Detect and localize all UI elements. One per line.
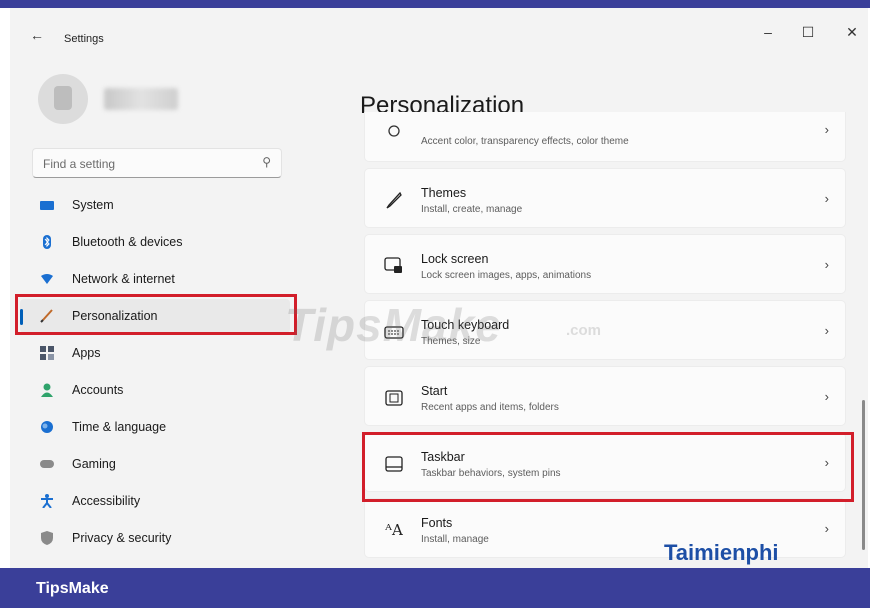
card-title: Start (421, 384, 448, 398)
chevron-right-icon: › (824, 191, 829, 206)
chevron-right-icon: › (824, 389, 829, 404)
search-icon[interactable]: ⚲ (262, 155, 271, 169)
title-bar: ← Settings – ☐ ✕ (10, 8, 868, 54)
sidebar-item-accounts[interactable]: Accounts (20, 373, 290, 407)
top-frame-bar (0, 0, 870, 8)
maximize-button[interactable]: ☐ (798, 24, 818, 41)
sidebar-item-bluetooth[interactable]: Bluetooth & devices (20, 225, 290, 259)
sidebar-item-personalization[interactable]: Personalization (20, 299, 290, 333)
user-avatar[interactable] (38, 74, 88, 124)
accounts-icon (40, 383, 54, 397)
settings-window: ← Settings – ☐ ✕ ⚲ System Bluetooth & de… (10, 8, 868, 568)
back-arrow-icon[interactable]: ← (30, 28, 44, 42)
chevron-right-icon: › (824, 257, 829, 272)
sidebar-item-label: Privacy & security (72, 531, 172, 545)
card-description: Taskbar behaviors, system pins (421, 468, 561, 479)
lock-screen-icon (383, 255, 405, 277)
sidebar-item-label: Accounts (72, 383, 124, 397)
card-description: Install, manage (421, 534, 489, 545)
card-lock-screen[interactable]: Lock screen Lock screen images, apps, an… (364, 234, 846, 294)
sidebar-item-network[interactable]: Network & internet (20, 262, 290, 296)
card-title: Lock screen (421, 252, 489, 266)
card-colors[interactable]: Accent color, transparency effects, colo… (364, 112, 846, 162)
keyboard-icon (383, 321, 405, 343)
card-title: Taskbar (421, 450, 465, 464)
card-title: Touch keyboard (421, 318, 510, 332)
bluetooth-icon (40, 235, 54, 249)
gamepad-icon (40, 457, 54, 471)
chevron-right-icon: › (824, 323, 829, 338)
sidebar-item-time-language[interactable]: Time & language (20, 410, 290, 444)
colors-icon (383, 120, 405, 142)
sidebar-item-accessibility[interactable]: Accessibility (20, 484, 290, 518)
sidebar-item-label: System (72, 198, 114, 212)
taskbar-icon (383, 453, 405, 475)
chevron-right-icon: › (824, 122, 829, 137)
sidebar-item-label: Bluetooth & devices (72, 235, 183, 249)
card-title: Themes (421, 186, 467, 200)
minimize-button[interactable]: – (758, 24, 778, 40)
network-icon (40, 272, 54, 286)
card-start[interactable]: Start Recent apps and items, folders › (364, 366, 846, 426)
sidebar-item-label: Time & language (72, 420, 167, 434)
fonts-icon: ᴬA (385, 521, 403, 539)
card-themes[interactable]: Themes Install, create, manage › (364, 168, 846, 228)
card-taskbar[interactable]: Taskbar Taskbar behaviors, system pins › (364, 432, 846, 492)
sidebar-item-apps[interactable]: Apps (20, 336, 290, 370)
chevron-right-icon: › (824, 521, 829, 536)
start-icon (383, 387, 405, 409)
sidebar-item-label: Apps (72, 346, 101, 360)
card-title: Fonts (421, 516, 453, 530)
globe-icon (40, 420, 54, 434)
card-description: Recent apps and items, folders (421, 402, 559, 413)
search-input[interactable] (43, 155, 243, 173)
sidebar-item-system[interactable]: System (20, 188, 290, 222)
brush-icon (40, 309, 54, 323)
search-box[interactable]: ⚲ (32, 148, 282, 178)
sidebar-item-label: Personalization (72, 309, 158, 323)
user-name-blurred (104, 88, 178, 110)
app-title: Settings (64, 33, 104, 45)
apps-icon (40, 346, 54, 360)
sidebar-item-privacy[interactable]: Privacy & security (20, 521, 290, 555)
card-description: Themes, size (421, 336, 481, 347)
pen-icon (383, 189, 405, 211)
card-fonts[interactable]: ᴬA Fonts Install, manage › (364, 498, 846, 558)
sidebar-item-label: Gaming (72, 457, 116, 471)
chevron-right-icon: › (824, 455, 829, 470)
card-touch-keyboard[interactable]: Touch keyboard Themes, size › (364, 300, 846, 360)
sidebar-item-label: Network & internet (72, 272, 175, 286)
scrollbar[interactable] (862, 400, 865, 550)
footer-bar: TipsMake (0, 568, 870, 608)
accessibility-icon (40, 494, 54, 508)
close-button[interactable]: ✕ (842, 24, 862, 41)
footer-brand: TipsMake (36, 580, 109, 597)
card-description: Lock screen images, apps, animations (421, 270, 592, 281)
card-description: Install, create, manage (421, 204, 523, 215)
system-icon (40, 198, 54, 212)
sidebar-item-gaming[interactable]: Gaming (20, 447, 290, 481)
sidebar-item-label: Accessibility (72, 494, 141, 508)
card-description: Accent color, transparency effects, colo… (421, 136, 629, 147)
shield-icon (40, 531, 54, 545)
